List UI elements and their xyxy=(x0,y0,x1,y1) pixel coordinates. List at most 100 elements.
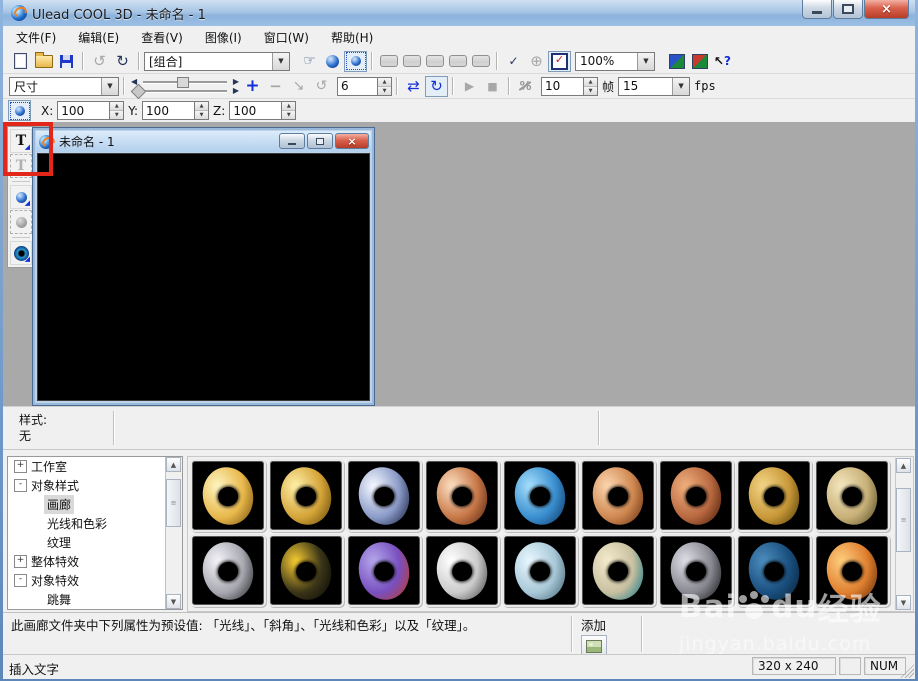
spin-down-icon[interactable]: ▼ xyxy=(195,111,209,119)
gallery-item[interactable] xyxy=(736,534,812,607)
minimize-button[interactable] xyxy=(802,0,832,19)
tree-item-texture[interactable]: 纹理 xyxy=(8,533,182,552)
extrusion-preset-5-button[interactable] xyxy=(469,51,492,72)
collapse-icon[interactable]: - xyxy=(14,479,27,492)
gallery-item[interactable] xyxy=(502,459,578,532)
menu-view[interactable]: 查看(V) xyxy=(132,26,192,49)
scroll-down-button[interactable]: ▼ xyxy=(166,594,181,609)
to-end-icon[interactable]: ▶ xyxy=(233,77,239,86)
object-group-combo[interactable]: [组合] ▼ xyxy=(144,51,290,71)
fps-combo[interactable]: 15 ▼ xyxy=(618,76,691,96)
spin-down-icon[interactable]: ▼ xyxy=(282,111,296,119)
frame-slider-thumb[interactable] xyxy=(177,77,189,88)
expand-icon[interactable]: + xyxy=(14,555,27,568)
web-preview-button[interactable]: ⊕ xyxy=(525,51,548,72)
stop-button[interactable]: ■ xyxy=(481,76,504,97)
scroll-up-button[interactable]: ▲ xyxy=(896,458,911,473)
gallery-item[interactable] xyxy=(268,534,344,607)
gallery-item[interactable] xyxy=(190,534,266,607)
rotate-object-button[interactable] xyxy=(321,51,344,72)
keyframe-count-value[interactable]: 6 xyxy=(337,76,377,96)
title-bar[interactable]: Ulead COOL 3D - 未命名 - 1 × xyxy=(3,0,915,27)
scroll-down-button[interactable]: ▼ xyxy=(896,595,911,610)
extrusion-preset-3-button[interactable] xyxy=(423,51,446,72)
document-title-bar[interactable]: 未命名 - 1 × xyxy=(36,131,371,152)
menu-window[interactable]: 窗口(W) xyxy=(255,26,318,49)
keyframe-count-spinner[interactable]: 6 ▲ ▼ xyxy=(337,76,392,96)
z-spinner[interactable]: 100 ▲ ▼ xyxy=(229,101,297,120)
key-slider-track[interactable] xyxy=(143,90,227,93)
dialog-mode-button[interactable]: ✓ xyxy=(548,50,571,72)
doc-minimize-button[interactable] xyxy=(279,133,305,149)
next-frame-icon[interactable]: ▶ xyxy=(233,86,239,95)
open-file-button[interactable] xyxy=(32,51,55,72)
render-quality-button[interactable]: ✓ xyxy=(502,51,525,72)
tree-item-object-style[interactable]: - 对象样式 xyxy=(8,476,182,495)
doc-close-button[interactable]: × xyxy=(335,133,369,149)
undo-button[interactable]: ↺ xyxy=(88,51,111,72)
play-button[interactable]: ▶ xyxy=(458,76,481,97)
menu-edit[interactable]: 编辑(E) xyxy=(69,26,128,49)
combo-dropdown-button[interactable]: ▼ xyxy=(637,52,654,70)
x-spinner[interactable]: 100 ▲ ▼ xyxy=(57,101,125,120)
pan-tool-button[interactable]: ☞ xyxy=(298,51,321,72)
gallery-item[interactable] xyxy=(346,534,422,607)
spin-down-icon[interactable]: ▼ xyxy=(584,86,597,95)
spin-up-icon[interactable]: ▲ xyxy=(584,77,597,87)
menu-help[interactable]: 帮助(H) xyxy=(322,26,382,49)
gallery-item[interactable] xyxy=(658,459,734,532)
loop-path-button[interactable]: ↺ xyxy=(310,76,333,97)
gallery-item[interactable] xyxy=(268,459,344,532)
resize-grip[interactable] xyxy=(900,664,914,678)
expand-icon[interactable]: + xyxy=(14,460,27,473)
export-web-button[interactable] xyxy=(688,51,711,72)
spin-down-icon[interactable]: ▼ xyxy=(378,86,391,95)
gallery-item[interactable] xyxy=(580,459,656,532)
insert-graphics-button[interactable]: ◢ xyxy=(10,185,32,209)
x-value[interactable]: 100 xyxy=(57,101,110,120)
gallery-item[interactable] xyxy=(814,459,890,532)
loop-playback-button[interactable]: ⇄ xyxy=(402,76,425,97)
gallery-item[interactable] xyxy=(736,459,812,532)
gallery-item[interactable] xyxy=(346,459,422,532)
gallery-item[interactable] xyxy=(814,534,890,607)
scroll-up-button[interactable]: ▲ xyxy=(166,457,181,472)
cycle-playback-button[interactable]: ↻ xyxy=(425,75,448,97)
tree-item-studio[interactable]: + 工作室 xyxy=(8,457,182,476)
gallery-item[interactable] xyxy=(658,534,734,607)
zoom-combo[interactable]: 100% ▼ xyxy=(575,51,655,71)
gallery-item[interactable] xyxy=(424,459,500,532)
combo-dropdown-button[interactable]: ▼ xyxy=(272,52,289,70)
extrusion-preset-1-button[interactable] xyxy=(377,51,400,72)
doc-restore-button[interactable] xyxy=(307,133,333,149)
frame-count-value[interactable]: 10 xyxy=(541,76,583,96)
gallery-item[interactable] xyxy=(190,459,266,532)
spin-up-icon[interactable]: ▲ xyxy=(195,102,209,111)
animation-attribute-combo[interactable]: 尺寸 ▼ xyxy=(9,76,119,96)
delete-keyframe-button[interactable]: − xyxy=(264,76,287,97)
frame-count-spinner[interactable]: 10 ▲ ▼ xyxy=(541,76,598,96)
timeline-sliders[interactable]: ◀ ◀ ▶ ▶ xyxy=(130,76,239,100)
scrollbar-thumb[interactable]: ≡ xyxy=(896,488,911,552)
document-window[interactable]: 未命名 - 1 × xyxy=(32,127,375,406)
maximize-button[interactable] xyxy=(833,0,863,19)
move-object-button[interactable] xyxy=(344,50,367,72)
context-help-button[interactable]: ↖? xyxy=(711,51,734,72)
extrusion-preset-2-button[interactable] xyxy=(400,51,423,72)
combo-dropdown-button[interactable]: ▼ xyxy=(672,77,690,95)
menu-image[interactable]: 图像(I) xyxy=(196,26,251,49)
move-mode-button[interactable] xyxy=(8,100,31,121)
collapse-icon[interactable]: - xyxy=(14,574,27,587)
tree-item-global-effects[interactable]: + 整体特效 xyxy=(8,552,182,571)
spin-up-icon[interactable]: ▲ xyxy=(378,77,391,87)
add-keyframe-button[interactable]: + xyxy=(241,76,264,97)
spin-up-icon[interactable]: ▲ xyxy=(282,102,296,111)
spin-up-icon[interactable]: ▲ xyxy=(110,102,124,111)
y-value[interactable]: 100 xyxy=(142,101,195,120)
gallery-item[interactable] xyxy=(502,534,578,607)
close-button[interactable]: × xyxy=(864,0,909,19)
gallery-item[interactable] xyxy=(424,534,500,607)
z-value[interactable]: 100 xyxy=(229,101,282,120)
cool3d-objects-button[interactable]: ◢ xyxy=(10,241,32,265)
tree-item-gallery[interactable]: 画廊 xyxy=(8,495,182,514)
